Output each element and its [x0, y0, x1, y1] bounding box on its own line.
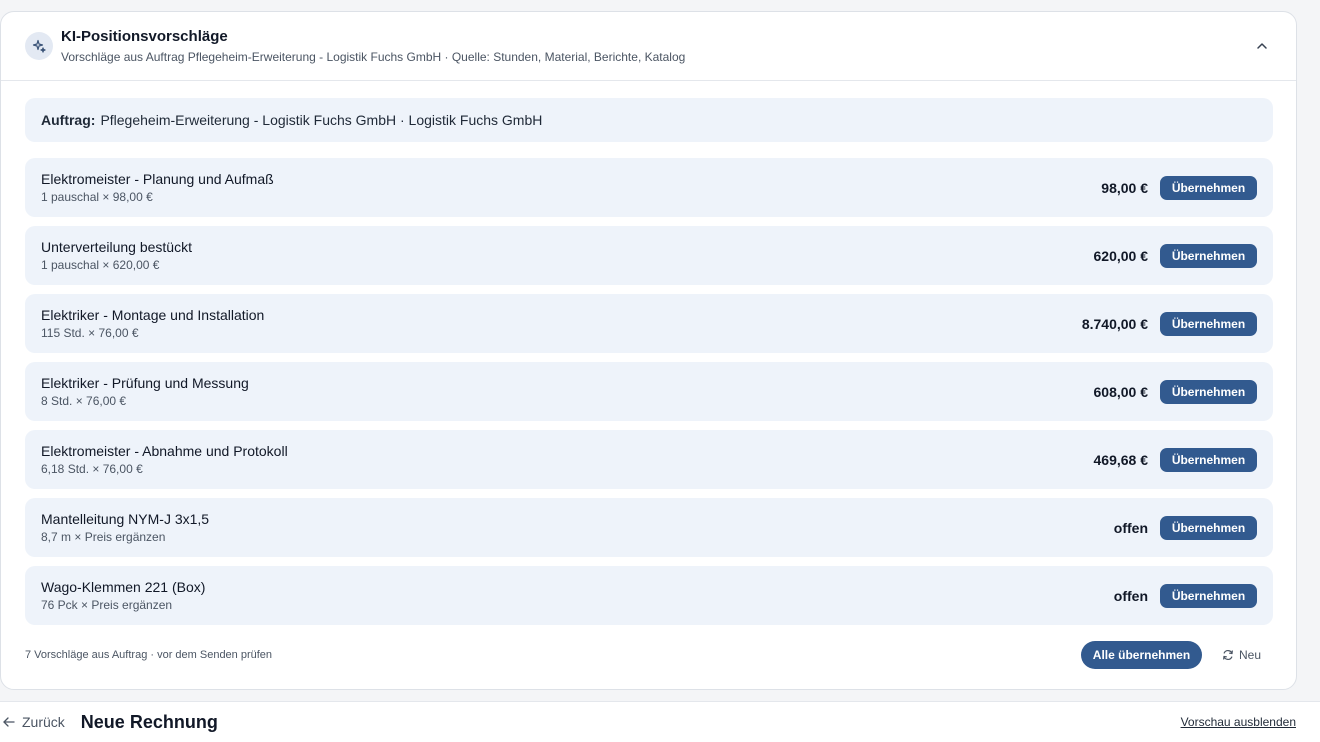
bottom-bar: Zurück Neue Rechnung Vorschau ausblenden	[0, 701, 1320, 742]
header-text: KI-Positionsvorschläge Vorschläge aus Au…	[61, 27, 685, 65]
item-name: Elektromeister - Planung und Aufmaß	[41, 171, 274, 187]
page-title: Neue Rechnung	[80, 711, 218, 732]
item-name: Wago-Klemmen 221 (Box)	[41, 579, 206, 595]
accept-button[interactable]: Übernehmen	[1160, 447, 1257, 472]
footer-note: 7 Vorschläge aus Auftrag · vor dem Sende…	[25, 649, 273, 661]
panel-header: KI-Positionsvorschläge Vorschläge aus Au…	[1, 12, 1296, 81]
suggestion-item: Mantelleitung NYM-J 3x1,5 8,7 m × Preis …	[25, 498, 1273, 557]
item-text: Elektriker - Prüfung und Messung 8 Std. …	[41, 374, 249, 409]
accept-button[interactable]: Übernehmen	[1160, 243, 1257, 268]
item-detail: 6,18 Std. × 76,00 €	[41, 462, 143, 476]
refresh-label: Neu	[1238, 648, 1261, 662]
suggestion-item: Elektriker - Prüfung und Messung 8 Std. …	[25, 362, 1273, 421]
item-text: Elektromeister - Planung und Aufmaß 1 pa…	[41, 170, 274, 205]
panel-footer: 7 Vorschläge aus Auftrag · vor dem Sende…	[25, 640, 1273, 670]
item-name: Mantelleitung NYM-J 3x1,5	[41, 511, 210, 527]
item-amount: 608,00 €	[1093, 383, 1149, 400]
item-name: Elektromeister - Abnahme und Protokoll	[41, 443, 288, 459]
item-amount: offen	[1113, 519, 1148, 536]
panel-title: KI-Positionsvorschläge	[61, 28, 228, 45]
item-amount: 620,00 €	[1093, 247, 1149, 264]
hide-preview-link[interactable]: Vorschau ausblenden	[1181, 715, 1296, 729]
item-amount: 8.740,00 €	[1081, 315, 1148, 332]
suggestion-item: Elektromeister - Abnahme und Protokoll 6…	[25, 430, 1273, 489]
item-name: Elektriker - Montage und Installation	[41, 307, 265, 323]
item-actions: offen Übernehmen	[1113, 583, 1257, 608]
item-text: Unterverteilung bestückt 1 pauschal × 62…	[41, 238, 192, 273]
back-button[interactable]: Zurück	[2, 714, 65, 730]
back-label: Zurück	[22, 714, 65, 730]
suggestion-item: Wago-Klemmen 221 (Box) 76 Pck × Preis er…	[25, 566, 1273, 625]
suggestion-item: Elektromeister - Planung und Aufmaß 1 pa…	[25, 158, 1273, 217]
item-amount: offen	[1113, 587, 1148, 604]
accept-all-button[interactable]: Alle übernehmen	[1080, 641, 1202, 669]
accept-button[interactable]: Übernehmen	[1160, 175, 1257, 200]
accept-button[interactable]: Übernehmen	[1160, 515, 1257, 540]
suggestion-list: Elektromeister - Planung und Aufmaß 1 pa…	[25, 158, 1273, 634]
item-actions: offen Übernehmen	[1113, 515, 1257, 540]
footer-actions: Alle übernehmen Neu	[1080, 641, 1273, 669]
arrow-left-icon	[3, 717, 15, 727]
item-actions: 608,00 € Übernehmen	[1093, 379, 1257, 404]
sparkles-icon	[25, 32, 53, 60]
item-name: Unterverteilung bestückt	[41, 239, 192, 255]
item-actions: 8.740,00 € Übernehmen	[1081, 311, 1257, 336]
accept-button[interactable]: Übernehmen	[1160, 311, 1257, 336]
item-detail: 8,7 m × Preis ergänzen	[41, 530, 166, 544]
ai-suggestions-panel: KI-Positionsvorschläge Vorschläge aus Au…	[0, 11, 1297, 690]
item-detail: 76 Pck × Preis ergänzen	[41, 598, 173, 612]
item-actions: 620,00 € Übernehmen	[1093, 243, 1257, 268]
order-info: Auftrag: Pflegeheim-Erweiterung - Logist…	[25, 98, 1273, 142]
item-detail: 1 pauschal × 620,00 €	[41, 258, 160, 272]
accept-button[interactable]: Übernehmen	[1160, 583, 1257, 608]
chevron-up-icon[interactable]	[1254, 38, 1270, 54]
item-actions: 98,00 € Übernehmen	[1101, 175, 1257, 200]
order-label: Auftrag:	[41, 112, 96, 128]
refresh-button[interactable]: Neu	[1222, 648, 1261, 662]
item-text: Wago-Klemmen 221 (Box) 76 Pck × Preis er…	[41, 578, 205, 613]
item-text: Elektromeister - Abnahme und Protokoll 6…	[41, 442, 288, 477]
item-detail: 115 Std. × 76,00 €	[41, 326, 139, 340]
item-name: Elektriker - Prüfung und Messung	[41, 375, 249, 391]
item-text: Elektriker - Montage und Installation 11…	[41, 306, 264, 341]
item-amount: 469,68 €	[1093, 451, 1149, 468]
item-detail: 1 pauschal × 98,00 €	[41, 190, 153, 204]
accept-button[interactable]: Übernehmen	[1160, 379, 1257, 404]
item-detail: 8 Std. × 76,00 €	[41, 394, 127, 408]
suggestion-item: Unterverteilung bestückt 1 pauschal × 62…	[25, 226, 1273, 285]
item-amount: 98,00 €	[1101, 179, 1148, 196]
order-value: Pflegeheim-Erweiterung - Logistik Fuchs …	[100, 112, 543, 128]
refresh-icon	[1223, 649, 1233, 661]
suggestion-item: Elektriker - Montage und Installation 11…	[25, 294, 1273, 353]
item-text: Mantelleitung NYM-J 3x1,5 8,7 m × Preis …	[41, 510, 209, 545]
item-actions: 469,68 € Übernehmen	[1093, 447, 1257, 472]
panel-subtitle: Vorschläge aus Auftrag Pflegeheim-Erweit…	[61, 50, 686, 64]
